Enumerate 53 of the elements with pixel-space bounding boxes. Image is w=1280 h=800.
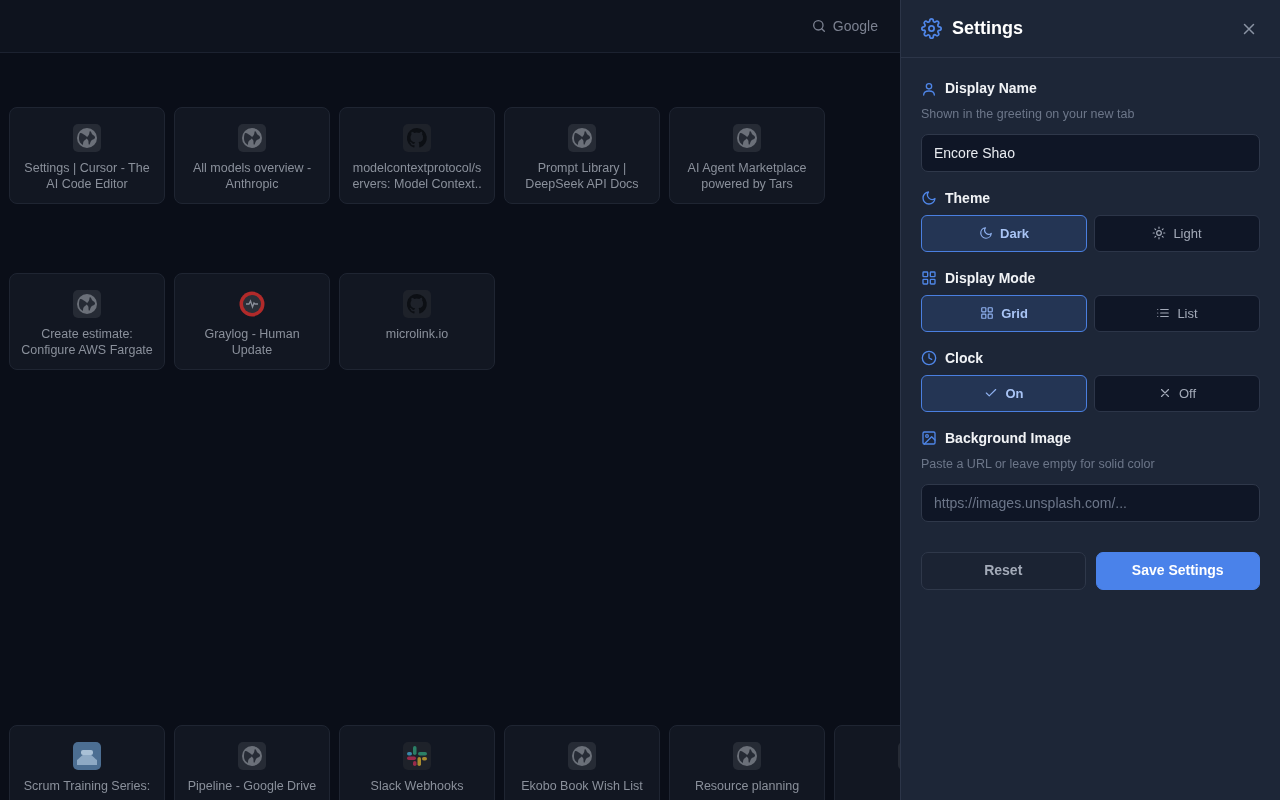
search-button[interactable]: Google — [804, 14, 884, 38]
shortcut-tile[interactable]: Scrum Training Series: — [9, 725, 165, 800]
shortcut-tile[interactable]: Settings | Cursor - The AI Code Editor — [9, 107, 165, 204]
moon-icon — [921, 190, 937, 207]
grid-icon — [921, 270, 937, 287]
shortcut-tile[interactable]: AI Agent Marketplace powered by Tars — [669, 107, 825, 204]
section-label: Background Image — [945, 428, 1072, 448]
globe-icon — [568, 742, 596, 770]
section-label: Clock — [945, 348, 984, 368]
picture-icon — [73, 742, 101, 770]
shortcut-tile[interactable]: Pipeline - Google Drive — [174, 725, 330, 800]
shortcut-tile[interactable]: modelcontextprotocol/servers: Model Context.. — [339, 107, 495, 204]
save-button[interactable]: Save Settings — [1095, 551, 1260, 590]
hash-logo-icon — [403, 742, 431, 770]
globe-icon — [733, 124, 761, 152]
shortcut-tile[interactable]: Create estimate: Configure AWS Fargate — [9, 273, 165, 370]
globe-icon — [73, 290, 101, 318]
pulse-ring-icon — [238, 290, 266, 318]
option-button[interactable]: List — [1094, 294, 1260, 332]
hint-text: Shown in the greeting on your new tab — [921, 106, 1136, 123]
text-field[interactable]: https://images.unsplash.com/... — [921, 483, 1260, 522]
text-field[interactable]: Encore Shao — [921, 133, 1260, 172]
gear-icon — [921, 18, 942, 39]
shortcut-tile[interactable]: Ekobo Book Wish List — [504, 725, 660, 800]
grid-icon — [980, 306, 995, 321]
option-button[interactable]: Light — [1094, 214, 1260, 252]
user-icon — [921, 80, 937, 97]
image-icon — [921, 430, 937, 447]
section-label: Display Mode — [945, 268, 1036, 288]
shortcut-tile[interactable]: Prompt Library | DeepSeek API Docs — [504, 107, 660, 204]
globe-icon — [568, 124, 596, 152]
option-button[interactable]: Off — [1094, 374, 1260, 412]
shortcut-tile[interactable]: Slack Webhooks — [339, 725, 495, 800]
option-button[interactable]: On — [921, 374, 1087, 412]
globe-icon — [73, 124, 101, 152]
panel-title: Settings — [952, 17, 1023, 40]
moon-icon — [979, 226, 994, 241]
sun-icon — [1152, 226, 1167, 241]
shortcut-tile[interactable]: Graylog - Human Update — [174, 273, 330, 370]
globe-icon — [238, 742, 266, 770]
option-button[interactable]: Grid — [921, 294, 1087, 332]
hint-text: Paste a URL or leave empty for solid color — [921, 455, 1156, 473]
option-button[interactable]: Dark — [921, 214, 1087, 252]
section-label: Display Name — [945, 79, 1037, 98]
reset-button[interactable]: Reset — [921, 551, 1086, 590]
search-icon — [810, 18, 827, 34]
shortcut-tile[interactable]: microlink.io — [339, 273, 495, 370]
globe-icon — [238, 124, 266, 152]
section-label: Theme — [945, 188, 991, 208]
clock-icon — [921, 350, 937, 367]
globe-icon — [733, 742, 761, 770]
shortcut-tile[interactable]: All models overview - Anthropic — [174, 107, 330, 204]
shortcut-tile[interactable]: Resource planning — [669, 725, 825, 800]
